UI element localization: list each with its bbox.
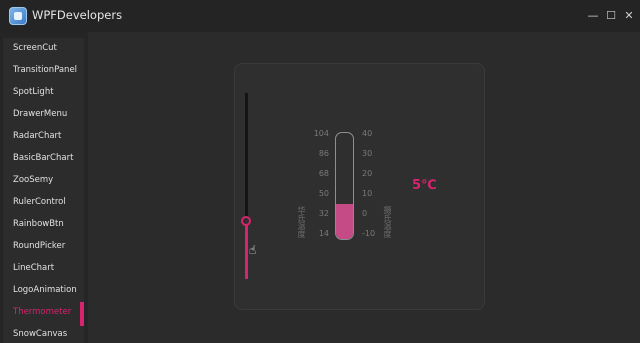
thermometer-tube — [335, 132, 354, 240]
sidebar-item-label: Thermometer — [13, 307, 72, 317]
sidebar-item-linechart[interactable]: LineChart — [3, 258, 84, 280]
celsius-scale-label: 摄氏温度 — [383, 206, 392, 238]
sidebar-item-thermometer[interactable]: Thermometer — [3, 302, 84, 324]
fahrenheit-tick: 104 — [313, 129, 329, 138]
fahrenheit-tick: 86 — [318, 149, 329, 158]
sidebar-item-rainbowbtn[interactable]: RainbowBtn — [3, 214, 84, 236]
sidebar-item-label: TransitionPanel — [13, 65, 78, 75]
active-item-indicator — [80, 302, 84, 326]
thermometer-card — [234, 63, 485, 310]
sidebar-menu: ScreenCut TransitionPanel SpotLight Draw… — [3, 38, 84, 343]
sidebar-item-zoosemy[interactable]: ZooSemy — [3, 170, 84, 192]
temperature-slider-fill — [245, 221, 248, 279]
sidebar-item-label: SnowCanvas — [13, 329, 68, 339]
close-button[interactable]: ✕ — [619, 6, 639, 26]
mercury-fill — [336, 204, 353, 239]
fahrenheit-tick: 68 — [318, 169, 329, 178]
sidebar-item-logoanimation[interactable]: LogoAnimation — [3, 280, 84, 302]
sidebar-item-drawermenu[interactable]: DrawerMenu — [3, 104, 84, 126]
window-title: WPFDevelopers — [32, 8, 123, 22]
sidebar-item-label: LogoAnimation — [13, 285, 77, 295]
sidebar-item-label: ScreenCut — [13, 43, 57, 53]
sidebar-item-radarchart[interactable]: RadarChart — [3, 126, 84, 148]
sidebar-item-spotlight[interactable]: SpotLight — [3, 82, 84, 104]
celsius-tick: 40 — [362, 129, 373, 138]
fahrenheit-tick: 14 — [318, 229, 329, 238]
temperature-readout: 5℃ — [412, 178, 437, 193]
sidebar-item-label: RainbowBtn — [13, 219, 64, 229]
celsius-tick: 10 — [362, 189, 373, 198]
fahrenheit-tick: 50 — [318, 189, 329, 198]
sidebar-item-snowcanvas[interactable]: SnowCanvas — [3, 324, 84, 343]
maximize-button[interactable]: ☐ — [601, 6, 621, 26]
temperature-slider-thumb[interactable] — [241, 216, 251, 226]
hand-cursor-icon: ☝ — [249, 243, 257, 257]
sidebar-item-label: RadarChart — [13, 131, 62, 141]
app-icon — [9, 7, 27, 25]
sidebar-item-label: DrawerMenu — [13, 109, 68, 119]
sidebar-item-label: BasicBarChart — [13, 153, 74, 163]
celsius-tick: 30 — [362, 149, 373, 158]
sidebar-item-transitionpanel[interactable]: TransitionPanel — [3, 60, 84, 82]
sidebar-item-label: SpotLight — [13, 87, 54, 97]
sidebar-item-screencut[interactable]: ScreenCut — [3, 38, 84, 60]
celsius-tick: -10 — [362, 229, 376, 238]
sidebar-item-label: LineChart — [13, 263, 55, 273]
sidebar-item-rulercontrol[interactable]: RulerControl — [3, 192, 84, 214]
sidebar-item-roundpicker[interactable]: RoundPicker — [3, 236, 84, 258]
celsius-tick: 20 — [362, 169, 373, 178]
sidebar-item-basicbarchart[interactable]: BasicBarChart — [3, 148, 84, 170]
minimize-button[interactable]: — — [583, 6, 603, 26]
fahrenheit-tick: 32 — [318, 209, 329, 218]
sidebar-item-label: RoundPicker — [13, 241, 66, 251]
celsius-tick: 0 — [362, 209, 368, 218]
sidebar-item-label: ZooSemy — [13, 175, 54, 185]
sidebar-item-label: RulerControl — [13, 197, 66, 207]
title-bar: WPFDevelopers — ☐ ✕ — [0, 0, 640, 32]
